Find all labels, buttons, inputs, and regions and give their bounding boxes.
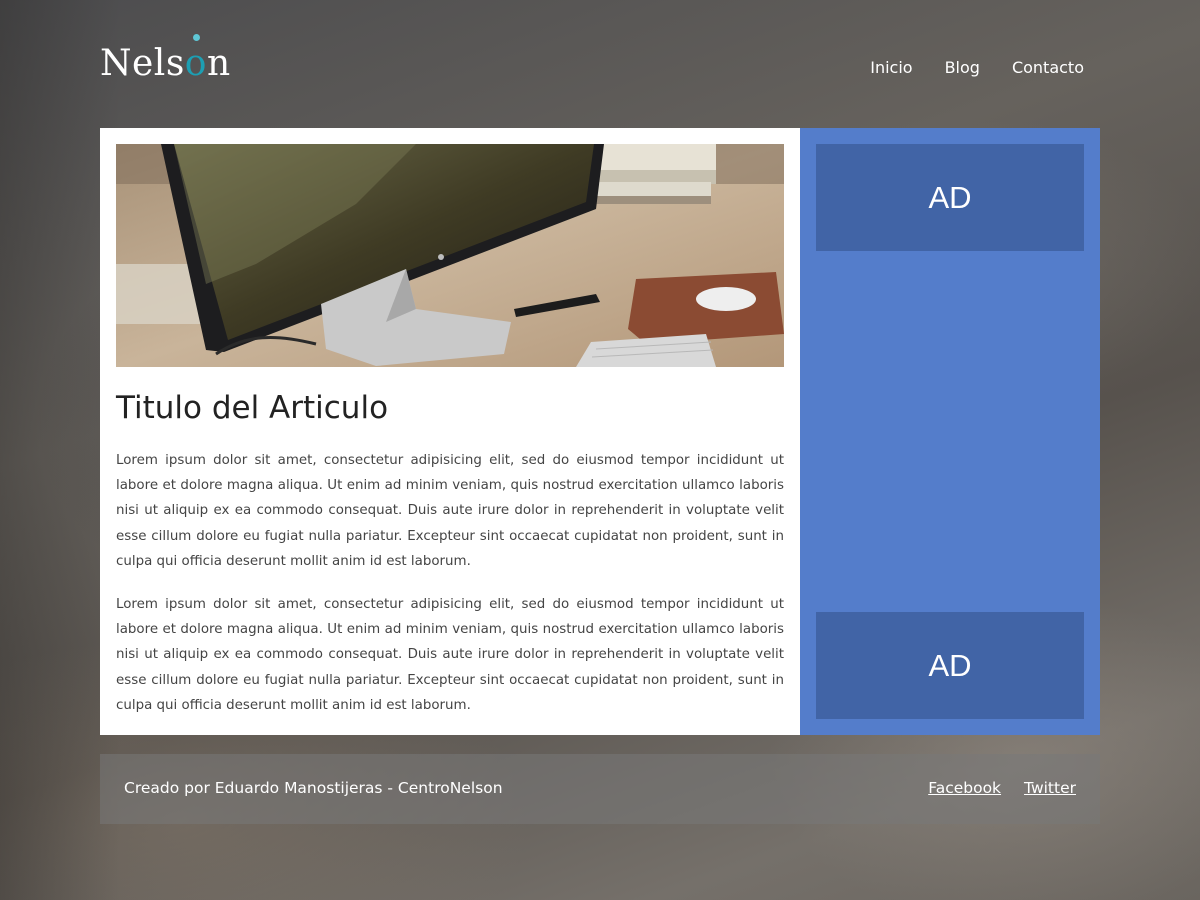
desk-photo-illustration (116, 144, 784, 367)
article-paragraph: Lorem ipsum dolor sit amet, consectetur … (116, 597, 784, 713)
site-footer: Creado por Eduardo Manostijeras - Centro… (100, 754, 1100, 824)
facebook-link[interactable]: Facebook (928, 779, 1001, 797)
site-logo[interactable]: Nels on (100, 34, 231, 84)
logo-accent-text: o (184, 43, 207, 84)
nav-link-inicio[interactable]: Inicio (870, 58, 912, 77)
logo-accent-letter: o (184, 34, 207, 84)
logo-text-start: Nels (100, 43, 185, 84)
site-header: Nels on Inicio Blog Contacto (100, 34, 1100, 98)
logo-text-end: n (206, 43, 231, 84)
article-card: Titulo del Articulo Lorem ipsum dolor si… (100, 128, 800, 735)
footer-credit: Creado por Eduardo Manostijeras - Centro… (124, 779, 503, 797)
sidebar: AD AD (800, 128, 1100, 735)
ad-slot-bottom[interactable]: AD (816, 612, 1084, 719)
ad-slot-top[interactable]: AD (816, 144, 1084, 251)
nav-link-contacto[interactable]: Contacto (1012, 58, 1084, 77)
main-nav: Inicio Blog Contacto (870, 58, 1084, 77)
twitter-link[interactable]: Twitter (1024, 779, 1076, 797)
logo-dot-icon (192, 34, 200, 41)
article-paragraph: Lorem ipsum dolor sit amet, consectetur … (116, 453, 784, 569)
social-links: Facebook Twitter (928, 779, 1076, 797)
article-title: Titulo del Articulo (116, 390, 389, 426)
article-hero-image (116, 144, 784, 367)
nav-link-blog[interactable]: Blog (945, 58, 980, 77)
